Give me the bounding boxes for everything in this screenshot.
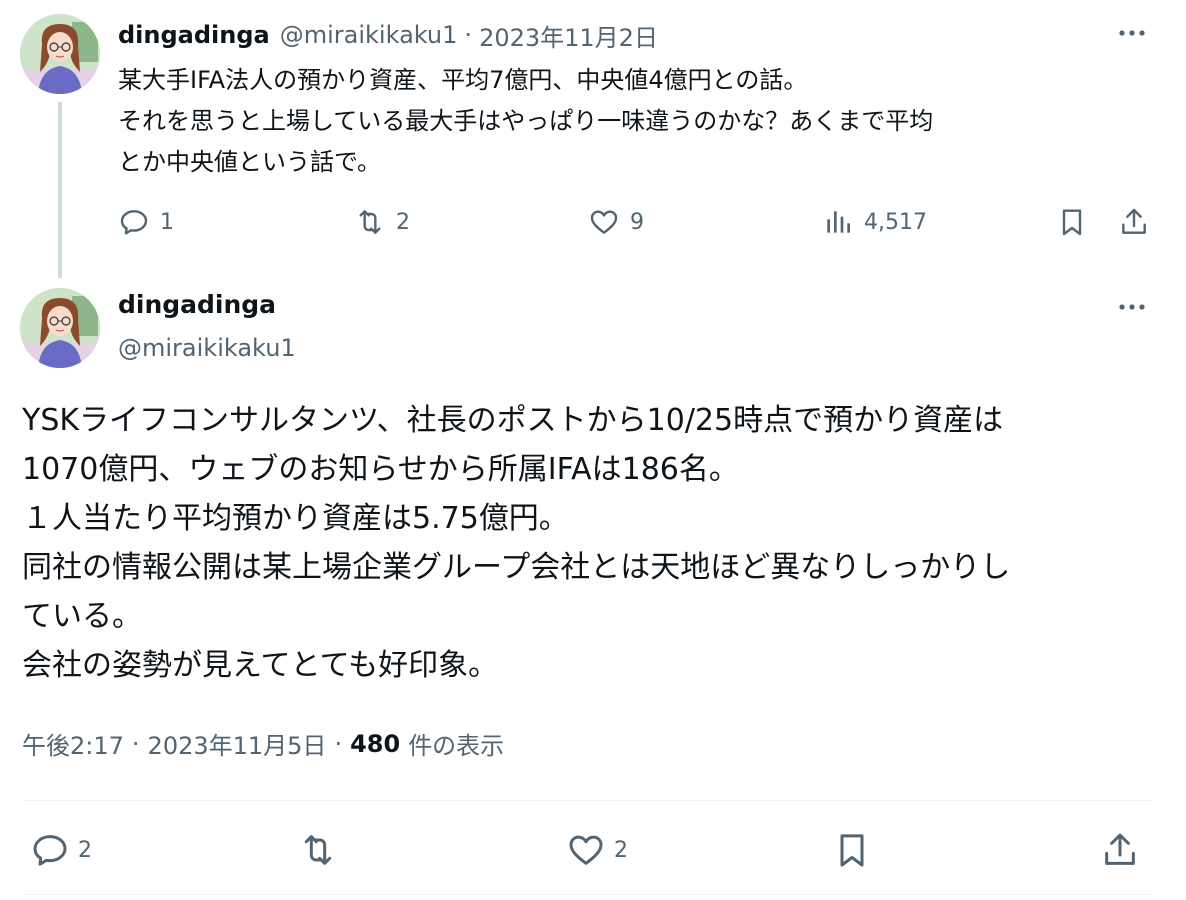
separator: ·: [131, 729, 140, 758]
views-label: 件の表示: [408, 732, 505, 760]
reply-button[interactable]: 2: [30, 830, 92, 870]
more-options-button[interactable]: [1112, 18, 1152, 48]
like-icon: [569, 835, 603, 865]
tweet-text: 某大手IFA法人の預かり資産、平均7億円、中央値4億円との話。 それを思うと上場…: [118, 60, 1148, 183]
reply-count: 1: [160, 209, 174, 235]
tweet-actions: 1 2 9 4,517: [0, 200, 1186, 244]
reply-count: 2: [78, 837, 92, 863]
tweet-text-line: 某大手IFA法人の預かり資産、平均7億円、中央値4億円との話。: [118, 66, 808, 94]
more-icon: [1119, 304, 1145, 310]
avatar[interactable]: [20, 14, 100, 94]
tweet-time[interactable]: 午後2:17: [22, 726, 124, 761]
handle[interactable]: @miraikikaku1: [280, 21, 458, 49]
tweet-text-line: それを思うと上場している最大手はやっぱり一味違うのかな？あくまで平均: [118, 107, 934, 135]
bookmark-button[interactable]: [832, 830, 872, 870]
share-button[interactable]: [1118, 206, 1150, 238]
tweet-date[interactable]: 2023年11月2日: [479, 18, 658, 53]
reply-button[interactable]: 1: [118, 206, 174, 238]
tweet-text-line: 会社の姿勢が見えてとても好印象。: [22, 648, 499, 683]
bookmark-button[interactable]: [1056, 206, 1088, 238]
share-button[interactable]: [1100, 830, 1140, 870]
tweet-text: YSKライフコンサルタンツ、社長のポストから10/25時点で預かり資産は 107…: [22, 396, 1162, 690]
tweet-text-line: ている。: [22, 599, 142, 634]
like-icon: [590, 210, 618, 234]
more-options-button[interactable]: [1112, 292, 1152, 322]
views-count: 4,517: [864, 209, 927, 235]
divider: [22, 894, 1152, 895]
share-icon: [1122, 208, 1146, 234]
tweet-text-line: YSKライフコンサルタンツ、社長のポストから10/25時点で預かり資産は: [22, 403, 1004, 438]
tweet-text-line: 1070億円、ウェブのお知らせから所属IFAは186名。: [22, 452, 739, 487]
repost-button[interactable]: 2: [354, 206, 410, 238]
repost-button[interactable]: [298, 830, 338, 870]
reply-icon: [33, 835, 67, 866]
display-name[interactable]: dingadinga: [118, 290, 276, 319]
handle[interactable]: @miraikikaku1: [118, 334, 296, 362]
avatar[interactable]: [20, 288, 100, 368]
thread-line: [58, 102, 62, 278]
repost-icon: [359, 210, 381, 234]
like-button[interactable]: 2: [566, 830, 628, 870]
separator: ·: [334, 729, 343, 758]
tweet-date[interactable]: 2023年11月5日: [148, 726, 327, 761]
tweet-text-line: とか中央値という話で。: [118, 148, 382, 176]
tweet-meta: 午後2:17 · 2023年11月5日 · 480 件の表示: [22, 726, 504, 761]
views-icon: [827, 211, 850, 233]
more-icon: [1119, 30, 1145, 36]
tweet-actions: 2 2: [0, 826, 1186, 876]
views-count: 480: [350, 729, 401, 758]
like-count: 2: [614, 837, 628, 863]
like-count: 9: [630, 209, 644, 235]
display-name[interactable]: dingadinga: [118, 21, 270, 49]
tweet-text-line: 同社の情報公開は某上場企業グループ会社とは天地ほど異なりしっかりし: [22, 550, 1011, 585]
bookmark-icon: [840, 834, 864, 867]
like-button[interactable]: 9: [588, 206, 644, 238]
bookmark-icon: [1062, 209, 1082, 236]
divider: [22, 800, 1152, 801]
repost-icon: [304, 835, 332, 865]
separator: ·: [464, 21, 473, 49]
share-icon: [1105, 833, 1135, 865]
tweet-text-line: １人当たり平均預かり資産は5.75億円。: [22, 501, 569, 536]
reply-icon: [120, 210, 148, 235]
tweet-header: dingadinga @miraikikaku1 · 2023年11月2日: [118, 18, 658, 52]
views-button[interactable]: 4,517: [822, 206, 927, 238]
repost-count: 2: [396, 209, 410, 235]
